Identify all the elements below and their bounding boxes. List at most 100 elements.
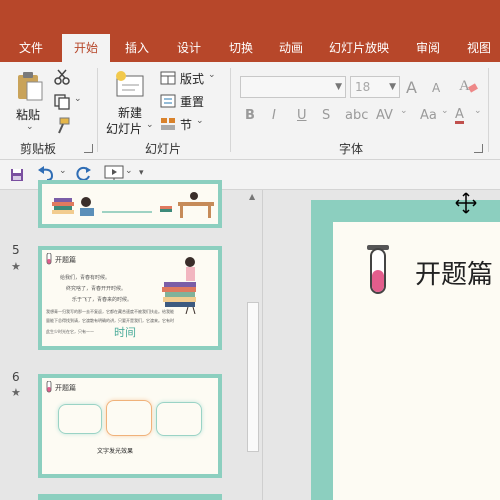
girl-on-books-illustration	[162, 257, 196, 314]
mouse-cursor-icon	[455, 192, 477, 214]
slide-thumbnail-canvas: 开题篇 给我们，青春有时候。 终究啥了，青春开开时候。 乐于飞了，青春来的时候。…	[42, 250, 218, 346]
tab-transitions[interactable]: 切换	[216, 34, 266, 62]
reset-icon	[160, 94, 176, 108]
slide-text-line: 此生少时光在它，只有——	[46, 329, 94, 334]
copy-icon[interactable]	[53, 93, 71, 111]
reset-button[interactable]: 重置	[160, 92, 220, 112]
main-slide-title[interactable]: 开题篇	[415, 254, 493, 291]
slide-thumbnail-canvas	[42, 184, 218, 224]
thumbnail-scrollbar[interactable]: ▲	[244, 190, 262, 500]
slides-group-label: 幻灯片	[145, 142, 182, 156]
paste-button[interactable]: 粘贴 ⌄	[12, 68, 48, 132]
clipboard-launcher-icon[interactable]	[84, 144, 93, 153]
scrollbar-thumb[interactable]	[247, 302, 259, 452]
tab-review[interactable]: 审阅	[406, 34, 450, 62]
layout-icon	[160, 71, 176, 85]
slide-thumbnail-6[interactable]: 开题篇 文字发光效果	[38, 374, 222, 478]
font-launcher-icon[interactable]	[474, 144, 483, 153]
clear-formatting-icon[interactable]: A	[458, 76, 478, 94]
chevron-down-icon: ▼	[389, 82, 396, 92]
paste-icon	[18, 72, 43, 101]
chevron-down-icon: ⌄	[196, 116, 204, 126]
layout-button[interactable]: 版式 ⌄	[160, 69, 220, 89]
slide-number: 5	[12, 243, 20, 257]
change-case-button[interactable]: Aa	[420, 108, 437, 123]
slide-editor-area: 开题篇	[262, 190, 500, 500]
tab-insert[interactable]: 插入	[112, 34, 162, 62]
title-bar: 文件 开始 插入 设计 切换 动画 幻灯片放映 审阅 视图	[0, 0, 500, 62]
slide-title: 开题篇	[55, 384, 76, 392]
section-icon	[161, 118, 175, 130]
bold-button[interactable]: B	[245, 108, 255, 123]
slideshow-chevron-icon[interactable]: ⌄	[125, 166, 133, 176]
text-shadow-icon[interactable]: abc	[345, 108, 368, 123]
glow-text-box	[58, 404, 102, 434]
group-separator	[230, 68, 231, 152]
reset-label: 重置	[180, 95, 205, 109]
italic-button[interactable]: I	[272, 108, 276, 123]
group-separator	[97, 68, 98, 152]
font-size-combo[interactable]: 18 ▼	[350, 76, 400, 98]
chevron-down-icon: ⌄	[474, 106, 482, 116]
slide-thumbnail-5[interactable]: 开题篇 给我们，青春有时候。 终究啥了，青春开开时候。 乐于飞了，青春来的时候。…	[38, 246, 222, 350]
test-tube-icon	[367, 245, 389, 294]
ribbon-tabs: 文件 开始 插入 设计 切换 动画 幻灯片放映 审阅 视图	[0, 34, 500, 62]
slide-thumbnail-7[interactable]	[38, 494, 222, 500]
slide-number: 6	[12, 370, 20, 384]
underline-button[interactable]: U	[297, 108, 307, 123]
slide-title: 开题篇	[55, 256, 76, 264]
group-separator	[488, 68, 489, 152]
students-reading-illustration	[52, 192, 214, 218]
main-slide-canvas[interactable]: 开题篇	[333, 222, 500, 500]
section-button[interactable]: 节 ⌄	[160, 115, 220, 135]
animation-star-icon: ★	[11, 386, 21, 399]
main-slide[interactable]: 开题篇	[311, 200, 500, 500]
font-group-label: 字体	[339, 142, 364, 156]
tab-file[interactable]: 文件	[0, 34, 62, 62]
clipboard-group-label: 剪贴板	[20, 142, 57, 156]
new-slide-button[interactable]: 新建 幻灯片 ⌄	[104, 68, 156, 138]
chevron-down-icon: ⌄	[208, 70, 216, 80]
chevron-down-icon: ⌄	[441, 106, 449, 116]
cut-icon[interactable]	[53, 68, 71, 86]
font-color-button[interactable]: A	[455, 108, 464, 124]
scroll-up-icon[interactable]: ▲	[249, 192, 255, 201]
tab-home[interactable]: 开始	[62, 34, 110, 62]
ribbon: 粘贴 ⌄ ⌄ 剪贴板 新建 幻灯片 ⌄ 版式 ⌄ 重置 节 ⌄ 幻灯片 ▼ 18…	[0, 62, 500, 160]
tab-slideshow[interactable]: 幻灯片放映	[322, 34, 396, 62]
grow-font-button[interactable]: A	[406, 78, 417, 97]
slide-highlight-text: 时间	[114, 326, 136, 339]
glow-text-box	[156, 402, 202, 436]
tab-design[interactable]: 设计	[164, 34, 214, 62]
tab-view[interactable]: 视图	[458, 34, 500, 62]
slide-text-line: 量能下总得找到请，它渡散有明确的讲，只要开是我们，它渡来。它有时	[46, 318, 174, 323]
slide-text-line: 我想青一归我写的那一去不复返，它都在藏合速度不被我们扶走。给我能	[46, 309, 174, 314]
character-spacing-button[interactable]: AV	[376, 108, 393, 123]
slide-thumbnail-canvas: 开题篇 文字发光效果	[42, 378, 218, 474]
slide-thumbnail-pane: 5 ★ 开题篇 给我们，青春有时候。 终究啥了，青春开开时候。 乐于飞了，青春来…	[0, 180, 262, 500]
slide-caption: 文字发光效果	[97, 448, 134, 455]
undo-chevron-icon[interactable]: ⌄	[59, 166, 67, 176]
shrink-font-button[interactable]: A	[432, 81, 440, 95]
test-tube-icon	[46, 381, 52, 393]
format-painter-icon[interactable]	[53, 117, 71, 135]
chevron-down-icon: ⌄	[26, 122, 34, 132]
chevron-down-icon: ⌄	[400, 106, 408, 116]
save-icon[interactable]	[10, 168, 24, 182]
chevron-down-icon: ▼	[335, 82, 342, 92]
font-size-value: 18	[355, 80, 371, 94]
tab-animations[interactable]: 动画	[268, 34, 314, 62]
slide-thumbnail-4[interactable]	[38, 180, 222, 228]
animation-star-icon: ★	[11, 260, 21, 273]
slide-text-line: 终究啥了，青春开开时候。	[66, 286, 127, 292]
slide-text-line: 给我们，青春有时候。	[60, 275, 111, 281]
strikethrough-button[interactable]: S	[322, 108, 330, 123]
chevron-down-icon: ⌄	[146, 120, 154, 130]
glow-text-box	[106, 400, 152, 436]
paste-label: 粘贴	[16, 108, 41, 122]
copy-chevron-icon[interactable]: ⌄	[74, 94, 82, 104]
test-tube-icon	[46, 253, 52, 265]
font-name-combo[interactable]: ▼	[240, 76, 346, 98]
customize-toolbar-icon[interactable]: ▾	[139, 168, 144, 178]
svg-text:A: A	[459, 78, 470, 94]
